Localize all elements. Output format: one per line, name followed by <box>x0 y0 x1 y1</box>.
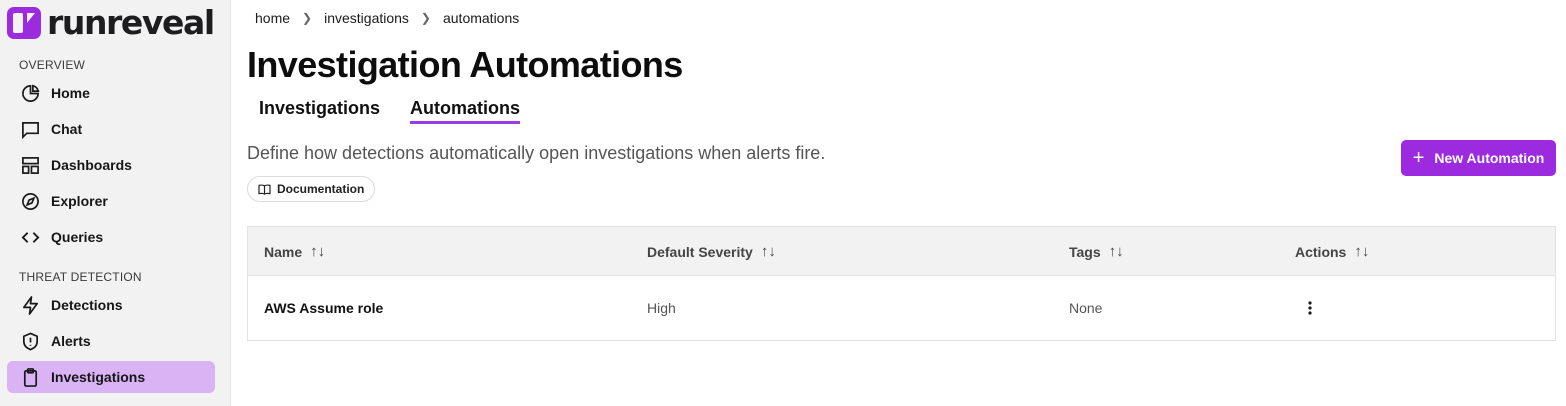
sidebar-item-label: Queries <box>51 229 104 245</box>
sidebar-item-alerts[interactable]: Alerts <box>7 325 215 357</box>
row-actions-cell <box>1304 276 1316 340</box>
cell-tags: None <box>1069 300 1103 316</box>
sort-icon: ↑↓ <box>1108 243 1124 260</box>
column-header-name[interactable]: Name ↑↓ <box>264 227 325 276</box>
sort-icon: ↑↓ <box>310 243 326 260</box>
sidebar-item-label: Investigations <box>51 369 146 385</box>
breadcrumb: home ❯ investigations ❯ automations <box>255 10 519 26</box>
new-automation-button[interactable]: + New Automation <box>1401 140 1556 176</box>
documentation-button[interactable]: Documentation <box>247 176 376 202</box>
sidebar-item-label: Detections <box>51 297 123 313</box>
table-row[interactable]: AWS Assume role High None <box>248 276 1555 340</box>
logo[interactable]: runreveal <box>7 3 215 42</box>
main-content: home ❯ investigations ❯ automations Inve… <box>247 0 1566 406</box>
runreveal-logo-icon <box>7 7 41 39</box>
column-header-actions[interactable]: Actions ↑↓ <box>1295 227 1369 276</box>
book-open-icon <box>258 183 271 195</box>
clipboard-icon <box>20 367 40 387</box>
plus-icon: + <box>1412 147 1425 169</box>
sidebar-item-label: Home <box>51 85 90 101</box>
column-header-label: Actions <box>1295 243 1347 260</box>
breadcrumb-automations[interactable]: automations <box>443 10 519 26</box>
page-description: Define how detections automatically open… <box>247 143 826 163</box>
breadcrumb-home[interactable]: home <box>255 10 290 26</box>
column-header-default-severity[interactable]: Default Severity ↑↓ <box>647 227 776 276</box>
section-label-overview: OVERVIEW <box>19 58 86 72</box>
sidebar-item-dashboards[interactable]: Dashboards <box>7 149 215 181</box>
sidebar-item-explorer[interactable]: Explorer <box>7 185 215 217</box>
section-label-threat-detection: THREAT DETECTION <box>19 270 142 284</box>
tab-automations[interactable]: Automations <box>410 98 520 124</box>
chat-bubble-icon <box>20 119 40 139</box>
dashboard-layout-icon <box>20 155 40 175</box>
chevron-right-icon: ❯ <box>420 11 431 25</box>
sidebar-item-label: Alerts <box>51 333 91 349</box>
tab-investigations[interactable]: Investigations <box>259 98 380 121</box>
sidebar-item-home[interactable]: Home <box>7 77 215 109</box>
pie-chart-icon <box>20 83 40 103</box>
automations-table: Name ↑↓ Default Severity ↑↓ Tags ↑↓ Acti… <box>247 226 1556 341</box>
table-header: Name ↑↓ Default Severity ↑↓ Tags ↑↓ Acti… <box>248 227 1555 276</box>
more-vertical-icon[interactable] <box>1304 300 1316 316</box>
sidebar: runreveal OVERVIEW Home Chat Dashboards … <box>0 0 231 406</box>
sort-icon: ↑↓ <box>760 243 776 260</box>
sidebar-item-queries[interactable]: Queries <box>7 221 215 253</box>
sidebar-item-label: Chat <box>51 121 83 137</box>
compass-icon <box>20 191 40 211</box>
new-automation-label: New Automation <box>1434 150 1545 166</box>
sort-icon: ↑↓ <box>1354 243 1370 260</box>
cell-name: AWS Assume role <box>264 300 384 316</box>
column-header-label: Default Severity <box>647 243 753 260</box>
code-brackets-icon <box>20 227 40 247</box>
sidebar-item-chat[interactable]: Chat <box>7 113 215 145</box>
sidebar-item-label: Explorer <box>51 193 108 209</box>
sidebar-item-investigations[interactable]: Investigations <box>7 361 215 393</box>
page-title: Investigation Automations <box>247 44 683 85</box>
documentation-label: Documentation <box>277 182 365 196</box>
column-header-label: Name <box>264 243 303 260</box>
cell-severity: High <box>647 300 676 316</box>
breadcrumb-investigations[interactable]: investigations <box>324 10 409 26</box>
shield-alert-icon <box>20 331 40 351</box>
chevron-right-icon: ❯ <box>302 11 313 25</box>
logo-text: runreveal <box>47 3 215 42</box>
column-header-tags[interactable]: Tags ↑↓ <box>1069 227 1124 276</box>
column-header-label: Tags <box>1069 243 1101 260</box>
lightning-icon <box>20 295 40 315</box>
sidebar-item-detections[interactable]: Detections <box>7 289 215 321</box>
sidebar-item-label: Dashboards <box>51 157 132 173</box>
